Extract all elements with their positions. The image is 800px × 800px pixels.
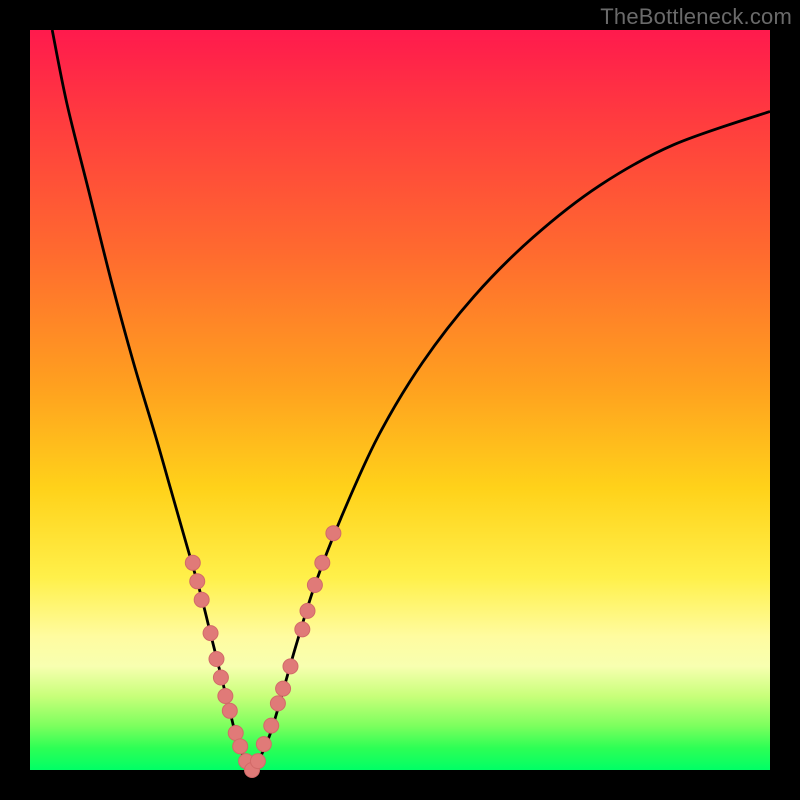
curve-marker [315, 555, 330, 570]
curve-marker [250, 754, 265, 769]
curve-svg [30, 30, 770, 770]
curve-marker [222, 703, 237, 718]
curve-marker [209, 652, 224, 667]
curve-marker [190, 574, 205, 589]
curve-marker [283, 659, 298, 674]
curve-marker [185, 555, 200, 570]
curve-marker [295, 622, 310, 637]
plot-area [30, 30, 770, 770]
curve-marker [276, 681, 291, 696]
curve-marker [256, 737, 271, 752]
chart-frame: TheBottleneck.com [0, 0, 800, 800]
curve-marker [300, 603, 315, 618]
curve-marker [233, 739, 248, 754]
curve-marker [218, 689, 233, 704]
curve-marker [203, 626, 218, 641]
curve-markers [185, 526, 341, 778]
watermark-text: TheBottleneck.com [600, 4, 792, 30]
curve-marker [228, 726, 243, 741]
curve-marker [194, 592, 209, 607]
curve-marker [307, 578, 322, 593]
bottleneck-curve [52, 30, 770, 770]
curve-marker [213, 670, 228, 685]
curve-marker [264, 718, 279, 733]
curve-marker [326, 526, 341, 541]
curve-marker [270, 696, 285, 711]
